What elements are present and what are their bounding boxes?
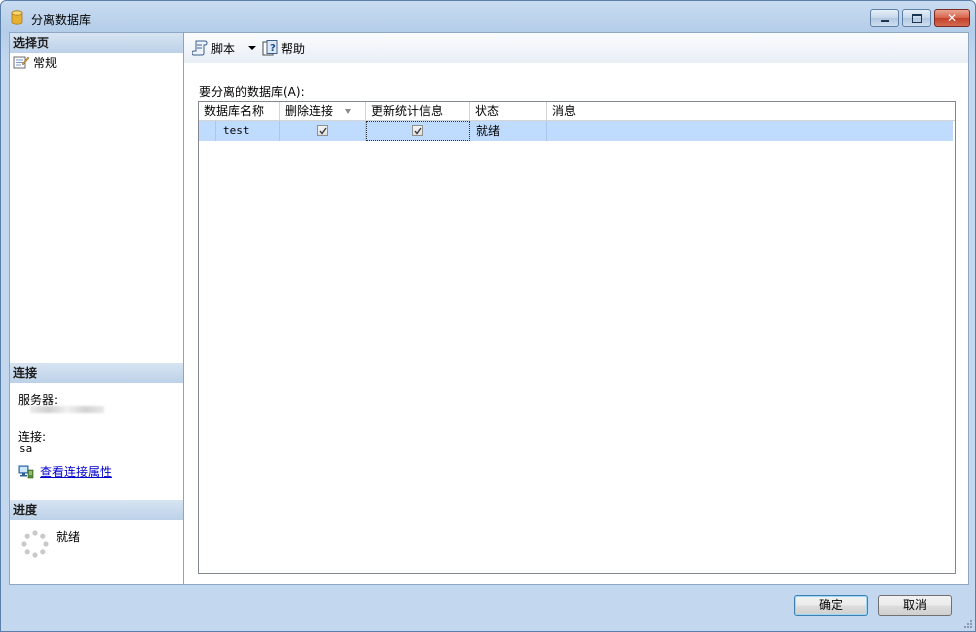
checkmark-icon xyxy=(319,127,327,135)
row-header[interactable] xyxy=(199,121,216,141)
sort-arrow-icon xyxy=(345,109,351,114)
table-row[interactable]: test 就绪 xyxy=(199,121,953,141)
column-header-update-stats[interactable]: 更新统计信息 xyxy=(366,102,470,120)
help-label: 帮助 xyxy=(281,41,306,56)
cell-db-name[interactable]: test xyxy=(216,121,280,141)
grid-caption: 要分离的数据库(A): xyxy=(199,85,305,99)
column-header-drop-connections[interactable]: 删除连接 xyxy=(280,102,366,120)
script-button[interactable]: 脚本 xyxy=(192,39,235,57)
connection-properties-icon xyxy=(18,465,34,478)
minimize-icon xyxy=(871,10,898,26)
cell-message xyxy=(547,121,953,141)
progress-status: 就绪 xyxy=(56,530,81,544)
redacted-server-name xyxy=(30,406,104,413)
svg-text:?: ? xyxy=(270,43,276,54)
maximize-icon xyxy=(903,10,930,26)
cell-status: 就绪 xyxy=(470,121,547,141)
column-header-status[interactable]: 状态 xyxy=(470,102,547,120)
connection-header: 连接 xyxy=(10,363,183,383)
close-icon: ✕ xyxy=(946,11,958,25)
dialog-window: 分离数据库 ✕ 选择页 常规 连接 服务器: 连接: sa 查看连接属性 进度 … xyxy=(0,0,976,632)
help-button[interactable]: ? 帮助 xyxy=(262,39,305,57)
cell-update-statistics xyxy=(366,121,470,141)
update-statistics-checkbox[interactable] xyxy=(412,125,423,136)
left-pane: 选择页 常规 连接 服务器: 连接: sa 查看连接属性 进度 就绪 xyxy=(10,33,184,584)
checkmark-icon xyxy=(414,127,422,135)
progress-spinner-icon xyxy=(21,530,49,558)
title-bar[interactable]: 分离数据库 ✕ xyxy=(1,1,975,33)
column-header-message[interactable]: 消息 xyxy=(547,102,955,120)
grid-header: 数据库名称 删除连接 更新统计信息 状态 消息 xyxy=(199,102,955,121)
script-dropdown-arrow-icon[interactable] xyxy=(248,46,256,50)
progress-header: 进度 xyxy=(10,500,183,520)
drop-connections-checkbox[interactable] xyxy=(317,125,328,136)
help-icon: ? xyxy=(262,40,278,56)
general-page-icon xyxy=(13,56,29,69)
select-page-header: 选择页 xyxy=(10,33,183,53)
maximize-button[interactable] xyxy=(902,9,931,27)
script-icon xyxy=(192,40,208,56)
cell-drop-connections xyxy=(280,121,366,141)
toolbar: 脚本 ? 帮助 xyxy=(184,33,968,63)
dialog-client-area: 选择页 常规 连接 服务器: 连接: sa 查看连接属性 进度 就绪 脚本 ? … xyxy=(9,32,969,585)
view-connection-properties[interactable]: 查看连接属性 xyxy=(18,463,112,480)
column-header-db-name[interactable]: 数据库名称 xyxy=(199,102,280,120)
main-pane: 脚本 ? 帮助 要分离的数据库(A): 数据库名称 删除连接 更新统计信息 状态… xyxy=(184,33,968,584)
view-connection-properties-link[interactable]: 查看连接属性 xyxy=(40,463,112,480)
database-icon xyxy=(11,10,23,25)
script-label: 脚本 xyxy=(211,41,236,56)
ok-button[interactable]: 确定 xyxy=(794,595,868,616)
cancel-button[interactable]: 取消 xyxy=(878,595,952,616)
close-button[interactable]: ✕ xyxy=(934,9,970,27)
connection-value: sa xyxy=(19,442,33,455)
minimize-button[interactable] xyxy=(870,9,899,27)
column-header-label: 删除连接 xyxy=(285,104,334,118)
sidebar-item-label: 常规 xyxy=(33,55,58,70)
sidebar-item-general[interactable]: 常规 xyxy=(13,54,57,70)
resize-grip-icon[interactable] xyxy=(963,619,973,629)
databases-grid[interactable]: 数据库名称 删除连接 更新统计信息 状态 消息 test 就绪 xyxy=(198,101,956,574)
window-title: 分离数据库 xyxy=(31,13,92,27)
